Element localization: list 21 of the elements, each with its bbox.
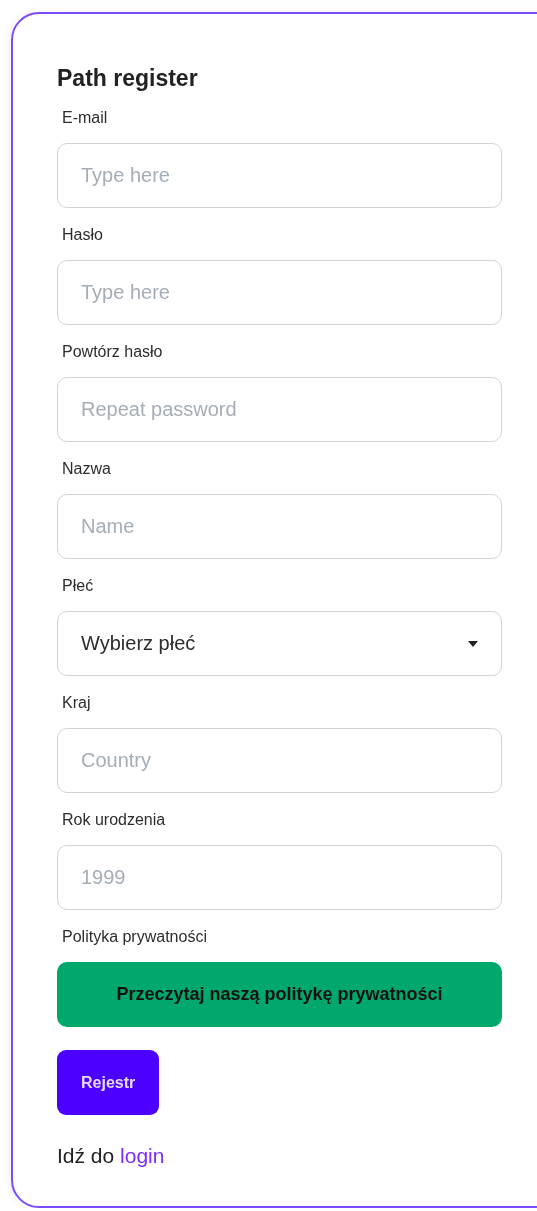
input-field[interactable]: Type here <box>57 143 502 208</box>
input-field[interactable]: Repeat password <box>57 377 502 442</box>
input-field[interactable]: 1999 <box>57 845 502 910</box>
gender-dropdown[interactable]: Wybierz płeć <box>57 611 502 676</box>
field-label: Nazwa <box>62 459 112 479</box>
input-field[interactable]: Country <box>57 728 502 793</box>
input-field[interactable]: Name <box>57 494 502 559</box>
field-label: Powtórz hasło <box>62 342 164 362</box>
field-label: Płeć <box>62 576 95 596</box>
field-label: Polityka prywatności <box>62 927 208 947</box>
field-label: Kraj <box>62 693 92 713</box>
field-label: Rok urodzenia <box>62 810 167 830</box>
register-button[interactable]: Rejestr <box>57 1050 160 1115</box>
field-label: E-mail <box>62 108 109 128</box>
caret-icon <box>468 640 478 647</box>
login-link[interactable]: login <box>120 1144 165 1167</box>
field-label: Hasło <box>62 225 104 245</box>
input-field[interactable]: Type here <box>57 260 502 325</box>
form-title: Path register <box>57 64 199 93</box>
privacy-policy-button[interactable]: Przeczytaj naszą politykę prywatności <box>57 962 502 1027</box>
login-prompt: Idź do login <box>57 1144 166 1168</box>
